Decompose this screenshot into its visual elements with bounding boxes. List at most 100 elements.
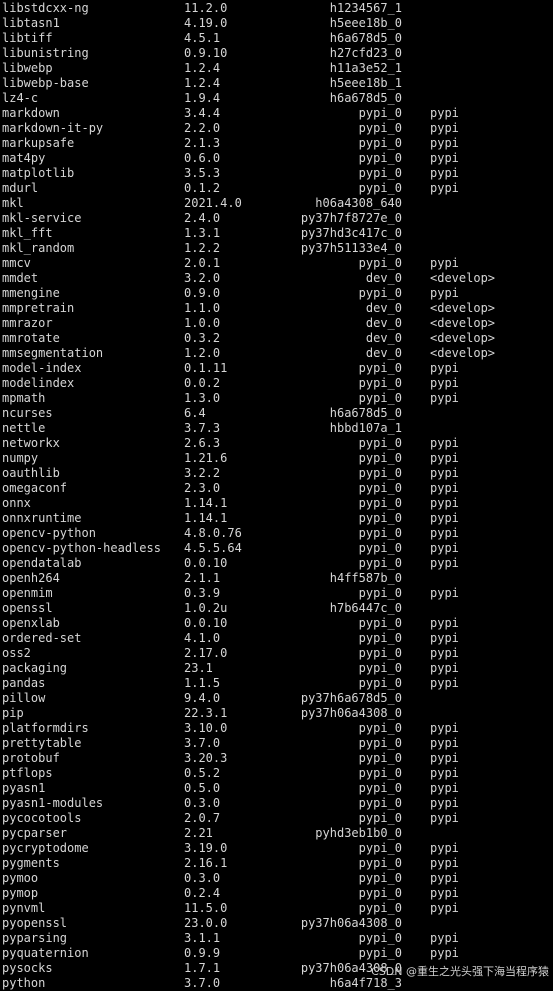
- package-build: pypi_0: [358, 376, 402, 390]
- package-version: 1.9.4: [184, 91, 221, 105]
- package-channel: pypi: [430, 106, 459, 120]
- package-name: pynvml: [2, 901, 46, 915]
- package-channel: pypi: [430, 556, 459, 570]
- package-channel: pypi: [430, 496, 459, 510]
- package-channel: pypi: [430, 856, 459, 870]
- package-channel: pypi: [430, 631, 459, 645]
- package-build: pypi_0: [358, 466, 402, 480]
- package-build: pypi_0: [358, 721, 402, 735]
- package-channel: pypi: [430, 256, 459, 270]
- package-version: 1.3.0: [184, 391, 221, 405]
- package-build: h5eee18b_1: [329, 76, 402, 90]
- package-channel: pypi: [430, 676, 459, 690]
- package-row: libstdcxx-ng 11.2.0 h1234567_1: [0, 1, 553, 16]
- package-version: 2.0.1: [184, 256, 221, 270]
- package-name: ncurses: [2, 406, 53, 420]
- package-version: 0.3.2: [184, 331, 221, 345]
- package-row: networkx 2.6.3 pypi_0 pypi: [0, 436, 553, 451]
- package-version: 1.2.2: [184, 241, 221, 255]
- package-version: 1.2.4: [184, 76, 221, 90]
- package-version: 2.1.1: [184, 571, 221, 585]
- package-row: mpmath 1.3.0 pypi_0 pypi: [0, 391, 553, 406]
- package-channel: <develop>: [430, 316, 496, 330]
- package-name: openssl: [2, 601, 53, 615]
- package-channel: pypi: [430, 661, 459, 675]
- package-build: pypi_0: [358, 391, 402, 405]
- package-name: mkl_random: [2, 241, 75, 255]
- package-version: 3.7.0: [184, 736, 221, 750]
- package-name: libtasn1: [2, 16, 60, 30]
- package-version: 0.5.2: [184, 766, 221, 780]
- package-name: openh264: [2, 571, 60, 585]
- package-channel: pypi: [430, 796, 459, 810]
- package-name: mmpretrain: [2, 301, 75, 315]
- package-channel: pypi: [430, 766, 459, 780]
- package-channel: pypi: [430, 376, 459, 390]
- package-version: 4.5.1: [184, 31, 221, 45]
- package-name: pysocks: [2, 961, 53, 975]
- package-version: 2.2.0: [184, 121, 221, 135]
- package-version: 2.17.0: [184, 646, 228, 660]
- package-version: 0.9.0: [184, 286, 221, 300]
- package-channel: pypi: [430, 751, 459, 765]
- package-version: 2.21: [184, 826, 213, 840]
- package-name: nettle: [2, 421, 46, 435]
- package-version: 0.6.0: [184, 151, 221, 165]
- package-channel: pypi: [430, 361, 459, 375]
- package-name: platformdirs: [2, 721, 89, 735]
- package-name: opencv-python: [2, 526, 96, 540]
- package-name: libwebp-base: [2, 76, 89, 90]
- package-name: mkl_fft: [2, 226, 53, 240]
- package-version: 9.4.0: [184, 691, 221, 705]
- package-channel: pypi: [430, 721, 459, 735]
- package-build: pypi_0: [358, 541, 402, 555]
- package-build: h4ff587b_0: [329, 571, 402, 585]
- package-row: mmcv 2.0.1 pypi_0 pypi: [0, 256, 553, 271]
- package-build: py37hd3c417c_0: [300, 226, 402, 240]
- package-row: pyopenssl 23.0.0 py37h06a4308_0: [0, 916, 553, 931]
- package-build: pypi_0: [358, 436, 402, 450]
- package-name: pyasn1: [2, 781, 46, 795]
- package-row: pycryptodome 3.19.0 pypi_0 pypi: [0, 841, 553, 856]
- package-version: 4.19.0: [184, 16, 228, 30]
- package-row: pycocotools 2.0.7 pypi_0 pypi: [0, 811, 553, 826]
- package-channel: pypi: [430, 151, 459, 165]
- package-row: mat4py 0.6.0 pypi_0 pypi: [0, 151, 553, 166]
- package-version: 0.0.10: [184, 616, 228, 630]
- package-row: ncurses 6.4 h6a678d5_0: [0, 406, 553, 421]
- package-name: pip: [2, 706, 24, 720]
- package-name: mkl-service: [2, 211, 82, 225]
- package-version: 3.7.3: [184, 421, 221, 435]
- package-version: 2.4.0: [184, 211, 221, 225]
- package-build: h06a4308_640: [315, 196, 402, 210]
- package-channel: pypi: [430, 166, 459, 180]
- package-name: onnxruntime: [2, 511, 82, 525]
- package-build: pypi_0: [358, 736, 402, 750]
- package-row: ordered-set 4.1.0 pypi_0 pypi: [0, 631, 553, 646]
- package-build: pypi_0: [358, 181, 402, 195]
- package-name: oss2: [2, 646, 31, 660]
- package-row: pillow 9.4.0 py37h6a678d5_0: [0, 691, 553, 706]
- terminal-output[interactable]: libstdcxx-ng 11.2.0 h1234567_1 libtasn1 4.19…: [0, 0, 553, 990]
- package-row: pyparsing 3.1.1 pypi_0 pypi: [0, 931, 553, 946]
- package-row: mkl-service 2.4.0 py37h7f8727e_0: [0, 211, 553, 226]
- package-name: pyquaternion: [2, 946, 89, 960]
- package-build: dev_0: [365, 316, 402, 330]
- package-version: 3.19.0: [184, 841, 228, 855]
- package-channel: pypi: [430, 526, 459, 540]
- package-name: prettytable: [2, 736, 82, 750]
- package-build: pypi_0: [358, 646, 402, 660]
- package-build: pypi_0: [358, 616, 402, 630]
- package-row: libwebp-base 1.2.4 h5eee18b_1: [0, 76, 553, 91]
- package-row: onnxruntime 1.14.1 pypi_0 pypi: [0, 511, 553, 526]
- package-name: ordered-set: [2, 631, 82, 645]
- package-version: 0.9.10: [184, 46, 228, 60]
- package-row: nettle 3.7.3 hbbd107a_1: [0, 421, 553, 436]
- package-row: openmim 0.3.9 pypi_0 pypi: [0, 586, 553, 601]
- package-name: numpy: [2, 451, 39, 465]
- package-version: 1.14.1: [184, 496, 228, 510]
- package-name: pillow: [2, 691, 46, 705]
- package-build: pypi_0: [358, 496, 402, 510]
- package-row: mkl_random 1.2.2 py37h51133e4_0: [0, 241, 553, 256]
- package-row: libwebp 1.2.4 h11a3e52_1: [0, 61, 553, 76]
